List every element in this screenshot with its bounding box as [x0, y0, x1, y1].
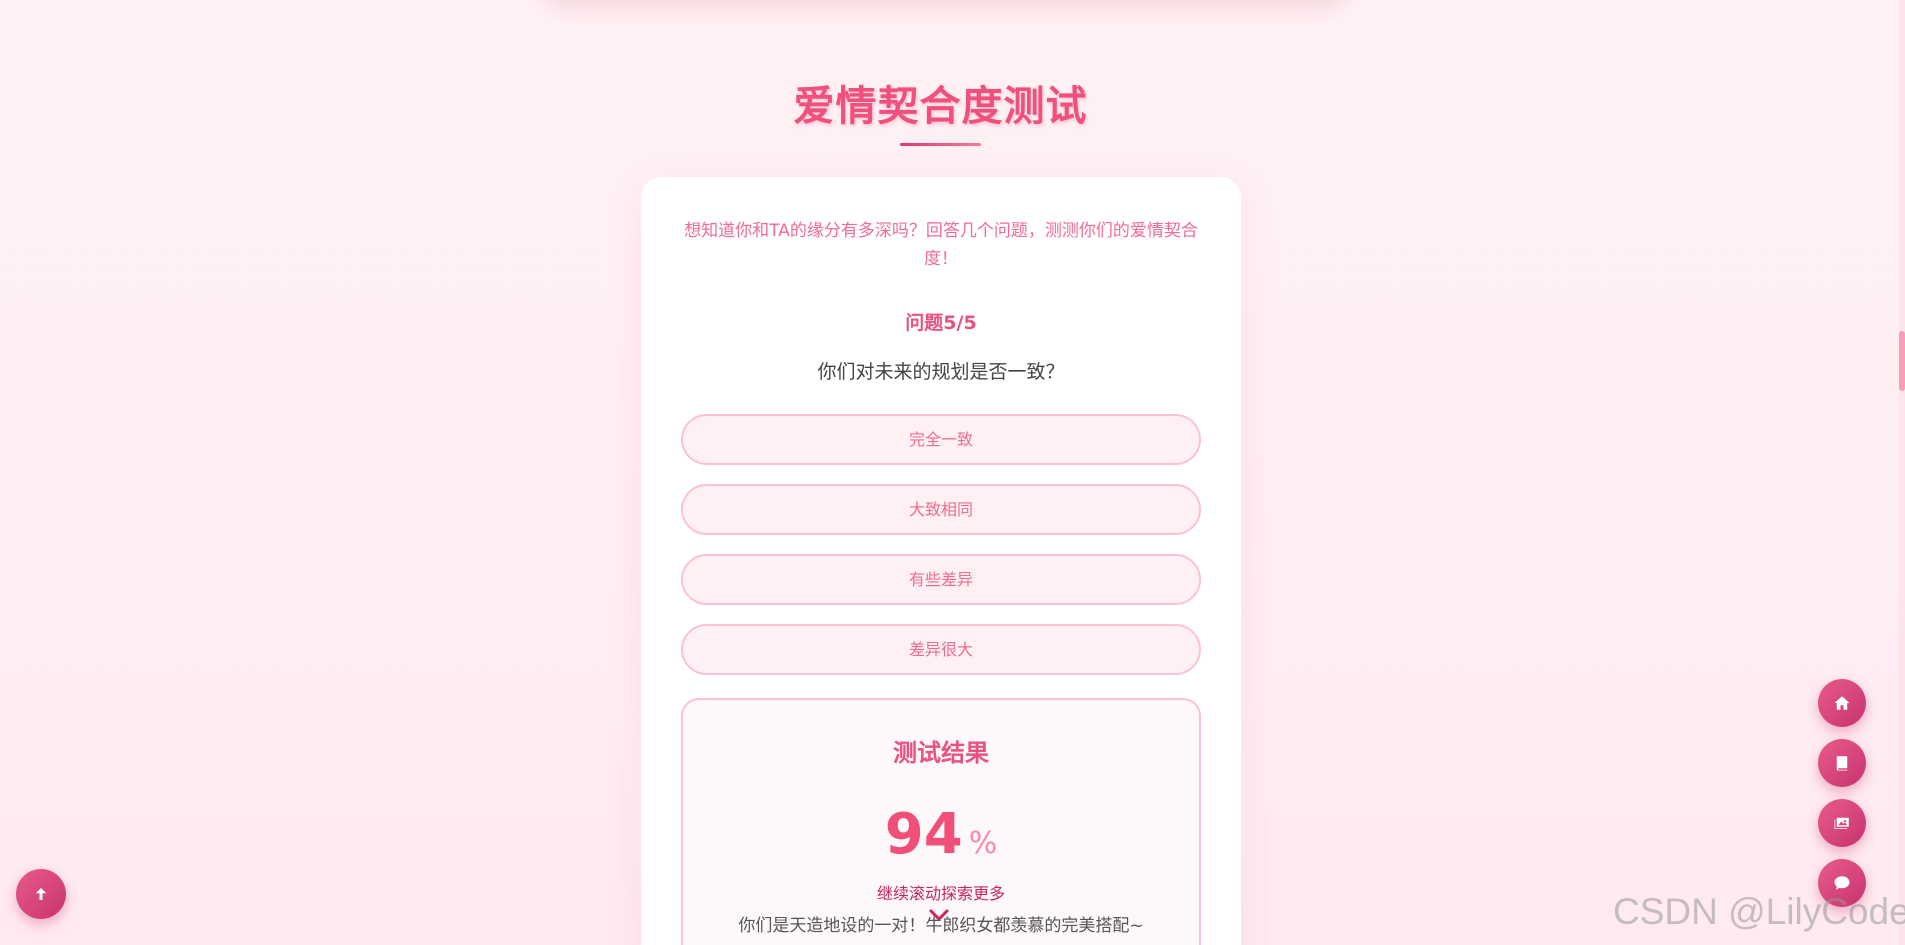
book-icon: [1836, 756, 1848, 771]
back-to-top-button[interactable]: [16, 869, 66, 919]
result-panel: 测试结果 94% 继续滚动探索更多 你们是天造地设的一对！牛郎织女都羡慕的完美搭…: [681, 698, 1201, 945]
score-display: 94%: [683, 805, 1199, 865]
option-button-4[interactable]: 差异很大: [681, 624, 1201, 675]
photo-icon: [1834, 817, 1849, 829]
question-counter: 问题5/5: [905, 312, 977, 334]
score-unit: %: [968, 826, 998, 861]
chat-icon: [1834, 876, 1850, 890]
quiz-card: 想知道你和TA的缘分有多深吗？回答几个问题，测测你们的爱情契合度！ 问题5/5 …: [641, 177, 1241, 945]
home-button[interactable]: [1818, 679, 1866, 727]
scrollbar-thumb[interactable]: [1899, 331, 1905, 391]
section-title: 爱情契合度测试: [793, 82, 1088, 130]
option-button-3[interactable]: 有些差异: [681, 554, 1201, 605]
result-title: 测试结果: [893, 739, 989, 767]
watermark: CSDN @LilyCoder: [1613, 891, 1905, 932]
question-text: 你们对未来的规划是否一致？: [817, 361, 1065, 383]
result-description: 你们是天造地设的一对！牛郎织女都羡慕的完美搭配~: [738, 916, 1144, 936]
gallery-button[interactable]: [1818, 799, 1866, 847]
quiz-intro: 想知道你和TA的缘分有多深吗？回答几个问题，测测你们的爱情契合度！: [684, 221, 1198, 269]
book-button[interactable]: [1818, 739, 1866, 787]
option-button-1[interactable]: 完全一致: [681, 414, 1201, 465]
home-icon: [1834, 696, 1850, 710]
title-underline: [900, 143, 981, 146]
arrow-up-icon: [35, 888, 47, 900]
score-value: 94: [884, 802, 963, 867]
option-button-2[interactable]: 大致相同: [681, 484, 1201, 535]
scroll-hint: 继续滚动探索更多: [876, 884, 1005, 903]
scrollbar-track[interactable]: [1899, 0, 1905, 945]
